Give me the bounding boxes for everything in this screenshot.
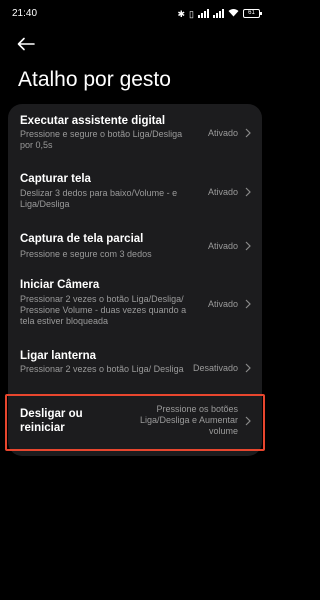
setting-title: Iniciar Câmera bbox=[20, 279, 100, 291]
bluetooth-icon: ✱ bbox=[177, 8, 186, 19]
setting-value: Ativado bbox=[207, 187, 238, 197]
setting-title: Captura de tela parcial bbox=[20, 233, 144, 245]
setting-iniciar-camera[interactable]: Iniciar Câmera Pressionar 2 vezes o botã… bbox=[8, 276, 262, 334]
setting-ligar-lanterna[interactable]: Ligar lanterna Pressionar 2 vezes o botã… bbox=[8, 345, 262, 389]
setting-description: Pressione e segure o botão Liga/Desliga … bbox=[20, 129, 183, 150]
setting-description: Pressione e segure com 3 dedos bbox=[20, 249, 152, 259]
chevron-right-icon bbox=[245, 241, 251, 251]
signal-2-icon bbox=[213, 9, 224, 18]
setting-title: Executar assistente digital bbox=[20, 115, 166, 127]
vibrate-icon: ▯ bbox=[189, 8, 194, 19]
arrow-left-icon bbox=[17, 37, 35, 51]
status-time: 21:40 bbox=[12, 8, 38, 19]
status-icons: ✱ ▯ 61 bbox=[177, 8, 262, 19]
setting-value: Ativado bbox=[207, 241, 238, 251]
chevron-right-icon bbox=[245, 363, 251, 373]
back-button[interactable] bbox=[14, 32, 38, 56]
setting-value: Desativado bbox=[192, 363, 238, 373]
page-title: Atalho por gesto bbox=[18, 68, 171, 91]
chevron-right-icon bbox=[245, 299, 251, 309]
setting-captura-parcial[interactable]: Captura de tela parcial Pressione e segu… bbox=[8, 228, 262, 264]
battery-icon: 61 bbox=[243, 9, 262, 18]
setting-title: Capturar tela bbox=[20, 173, 91, 185]
status-bar: 21:40 ✱ ▯ 61 bbox=[0, 0, 270, 28]
wifi-icon bbox=[228, 8, 239, 19]
setting-description: Deslizar 3 dedos para baixo/Volume - e L… bbox=[20, 188, 178, 209]
setting-title: Ligar lanterna bbox=[20, 350, 97, 362]
chevron-right-icon bbox=[245, 187, 251, 197]
setting-description: Pressionar 2 vezes o botão Liga/ Desliga bbox=[20, 364, 184, 374]
chevron-right-icon bbox=[245, 128, 251, 138]
setting-executar-assistente[interactable]: Executar assistente digital Pressione e … bbox=[8, 108, 262, 156]
setting-description: Pressionar 2 vezes o botão Liga/Desliga/… bbox=[20, 294, 187, 326]
setting-value: Ativado bbox=[207, 299, 238, 309]
signal-icon bbox=[198, 9, 209, 18]
setting-value: Ativado bbox=[207, 128, 238, 138]
highlight-box bbox=[5, 394, 265, 451]
setting-capturar-tela[interactable]: Capturar tela Deslizar 3 dedos para baix… bbox=[8, 168, 262, 216]
